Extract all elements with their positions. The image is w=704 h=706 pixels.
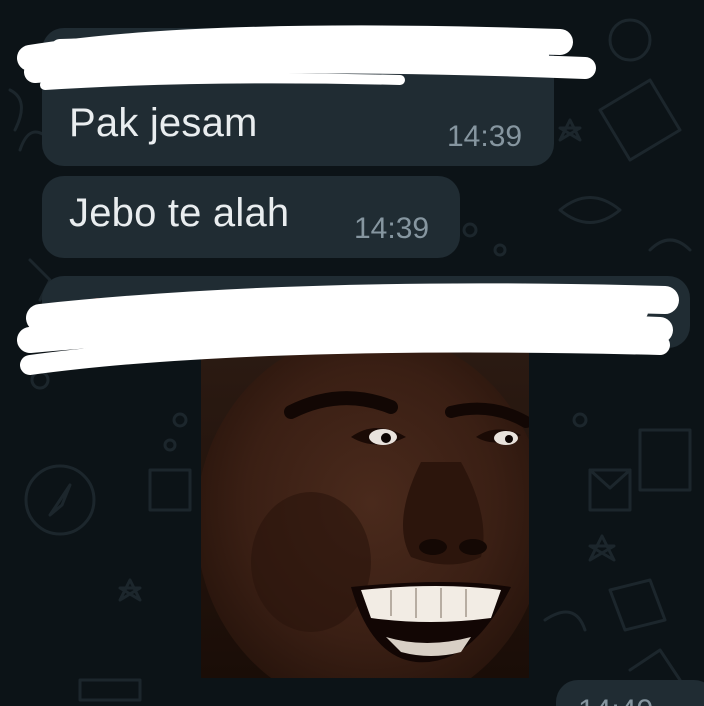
message-bubble-partial[interactable]: 14:40 [556,680,704,706]
sender-name[interactable]: ~ 4 ·· 4·· 1500 [72,50,288,89]
star-doodle-icon-2 [588,534,616,562]
message-bubble-incoming[interactable]: ~ 4 ·· 4·· 1500 Pak jesam 14:39 [42,28,554,166]
phone-doodle-icon [638,428,692,492]
chat-view[interactable]: ~ 4 ·· 4·· 1500 Pak jesam 14:39 Jebo te … [0,0,704,706]
message-text: Pak jesam [69,101,258,145]
laughing-face-sticker[interactable] [201,352,529,678]
star-doodle-icon-3 [558,118,582,142]
message-timestamp: 14:39 [447,120,523,153]
fish-doodle-icon [558,196,622,224]
box-doodle-icon [148,468,192,512]
message-timestamp: 14:40 [578,694,653,706]
message-bubble-incoming[interactable]: Jebo te alah 14:39 [42,176,460,258]
envelope-doodle-icon-2 [598,78,682,162]
message-text: Jebo te alah [69,191,290,235]
sender-name[interactable]: +385 99 3 [68,292,220,331]
star-doodle-icon [118,578,142,602]
message-timestamp: 14:39 [354,212,430,245]
envelope-doodle-icon-3 [78,678,142,702]
bubble-doodle-icon [608,18,652,62]
card-doodle-icon [608,578,667,632]
message-bubble-incoming[interactable]: +385 99 3 [42,276,690,348]
